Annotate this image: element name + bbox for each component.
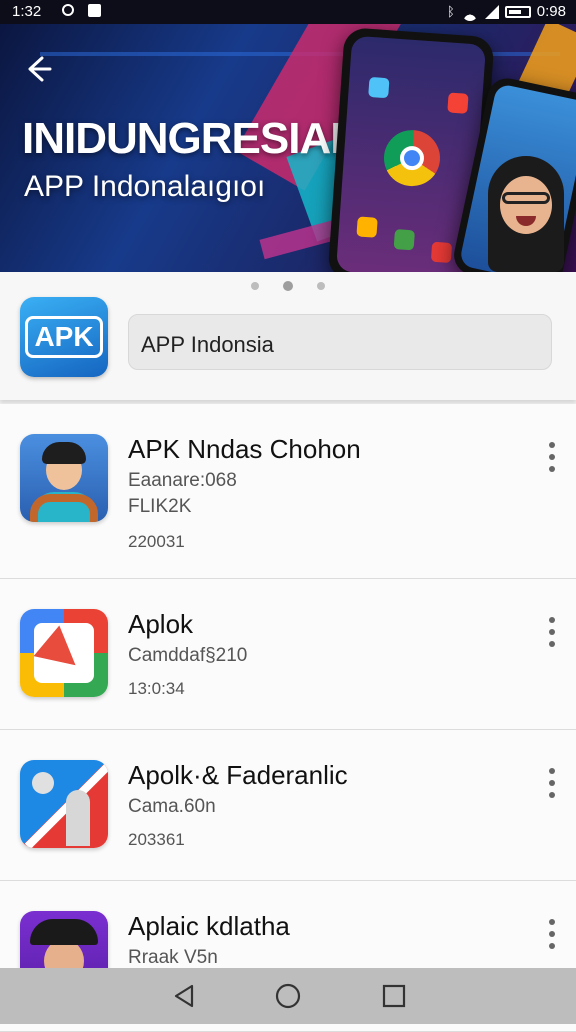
app-meta: Cama.60n [128, 796, 216, 817]
carousel-dot[interactable] [251, 282, 259, 290]
more-vertical-icon[interactable] [548, 768, 556, 798]
notification-icon [62, 4, 74, 16]
play-store-icon [393, 229, 415, 251]
hero-banner[interactable]: INIDUNGRESIAI APP Indonalaıgıoı [0, 24, 576, 272]
carousel-dot-active[interactable] [283, 281, 293, 291]
status-icons: ᛒ 0:98 [446, 3, 566, 21]
app-meta: Rraak V5n [128, 947, 218, 968]
app-title: APK Nndas Chohon [128, 434, 361, 464]
app-title: Apolk·& Faderanlic [128, 760, 348, 790]
header-card: APK APP Indonsia [0, 272, 576, 400]
app-meta: Eaanare:068 [128, 470, 237, 491]
app-title: Aplaic kdlatha [128, 911, 290, 941]
app-mini-icon [368, 76, 390, 99]
search-input[interactable]: APP Indonsia [128, 314, 552, 370]
apk-logo-icon[interactable]: APK [20, 297, 108, 377]
status-time: 1:32 [12, 3, 42, 20]
battery-text: 0:98 [536, 3, 566, 20]
app-meta: 13:0:34 [128, 679, 185, 698]
arrow-left-icon[interactable] [22, 54, 52, 84]
system-nav-bar [0, 968, 576, 1024]
app-mini-icon [430, 241, 453, 264]
hero-subtitle: APP Indonalaıgıoı [24, 170, 266, 203]
app-meta: FLIK2K [128, 496, 192, 517]
list-item[interactable]: Aplok Camddaf§210 13:0:34 [0, 579, 576, 730]
carousel-dot[interactable] [317, 282, 325, 290]
hero-title: INIDUNGRESIAI [22, 114, 342, 163]
app-meta: 220031 [128, 532, 185, 551]
bluetooth-icon: ᛒ [446, 4, 455, 19]
presenter-image [478, 156, 574, 272]
app-mini-icon [447, 92, 469, 114]
app-logo-icon [20, 609, 108, 697]
more-vertical-icon[interactable] [548, 919, 556, 949]
triangle-back-icon[interactable] [170, 982, 198, 1010]
app-mini-icon [356, 216, 378, 238]
app-logo-icon [20, 760, 108, 848]
status-bar: 1:32 ᛒ 0:98 [0, 0, 576, 24]
notification-square-icon [88, 4, 101, 17]
carousel-indicator [0, 281, 576, 291]
list-item[interactable]: APK Nndas Chohon Eaanare:068 FLIK2K 2200… [0, 404, 576, 579]
app-meta: 203361 [128, 830, 185, 849]
more-vertical-icon[interactable] [548, 617, 556, 647]
wifi-icon [461, 4, 479, 21]
chrome-icon [382, 128, 442, 188]
signal-icon [484, 4, 499, 19]
more-vertical-icon[interactable] [548, 442, 556, 472]
app-avatar-icon [20, 434, 108, 522]
battery-icon [504, 5, 531, 18]
circle-home-icon[interactable] [274, 982, 302, 1010]
square-recent-icon[interactable] [380, 982, 408, 1010]
list-item[interactable]: Apolk·& Faderanlic Cama.60n 203361 [0, 730, 576, 881]
app-title: Aplok [128, 609, 194, 639]
app-meta: Camddaf§210 [128, 645, 248, 666]
app-list: APK Nndas Chohon Eaanare:068 FLIK2K 2200… [0, 404, 576, 1032]
